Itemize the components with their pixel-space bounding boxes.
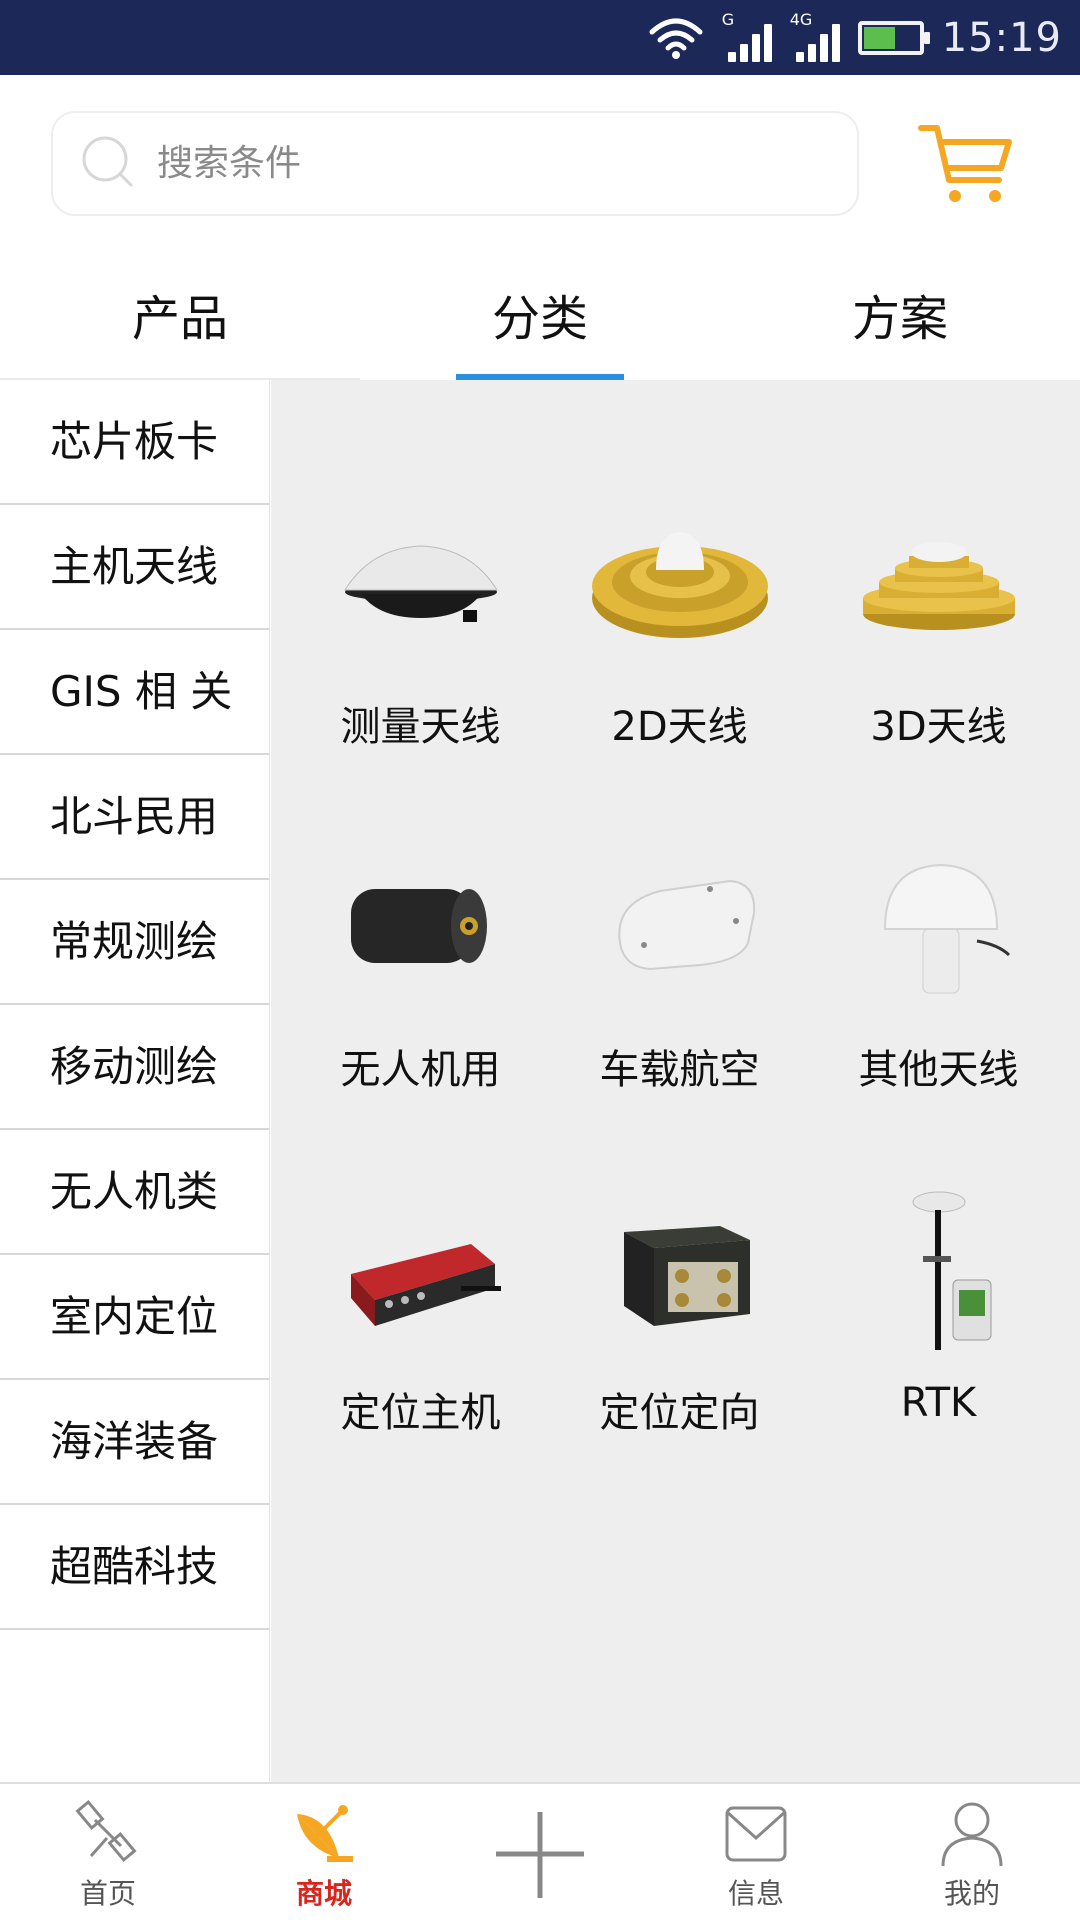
category-grid: 测量天线 2D天线 3D天线 无人机用 车载航空 其他天线 定位主机 定位定向 …	[271, 490, 1080, 1519]
plus-icon	[496, 1812, 584, 1898]
positioning-receiver-icon	[331, 1176, 511, 1356]
nav-profile[interactable]: 我的	[864, 1784, 1080, 1920]
nav-label-mall: 商城	[295, 1877, 352, 1910]
signal-g-icon: G	[722, 10, 772, 62]
sidebar-item-mobile-survey[interactable]: 移动测绘	[0, 1005, 269, 1130]
category-item[interactable]: 车载航空	[550, 833, 809, 1176]
tab-categories[interactable]: 分类	[360, 260, 720, 380]
category-label: 车载航空	[599, 1047, 760, 1093]
category-label: 测量天线	[340, 704, 501, 750]
battery-fill	[863, 26, 896, 49]
search-icon	[82, 136, 133, 187]
category-item[interactable]: 3D天线	[809, 490, 1068, 833]
status-time: 15:19	[941, 14, 1062, 61]
sidebar-item-conventional-survey[interactable]: 常规测绘	[0, 880, 269, 1005]
sidebar-item-host-antenna[interactable]: 主机天线	[0, 505, 269, 630]
vehicle-antenna-icon	[590, 833, 770, 1013]
category-item[interactable]: 2D天线	[550, 490, 809, 833]
category-content: 测量天线 2D天线 3D天线 无人机用 车载航空 其他天线 定位主机 定位定向 …	[271, 380, 1080, 1782]
nav-label-home: 首页	[79, 1877, 136, 1910]
sidebar-item-drone[interactable]: 无人机类	[0, 1130, 269, 1255]
other-antenna-icon	[849, 833, 1029, 1013]
category-item[interactable]: 测量天线	[291, 490, 550, 833]
sidebar-item-chip-board[interactable]: 芯片板卡	[0, 380, 269, 505]
sidebar-item-indoor-positioning[interactable]: 室内定位	[0, 1255, 269, 1380]
tab-solutions[interactable]: 方案	[720, 260, 1080, 380]
category-label: RTK	[900, 1380, 977, 1426]
dish-icon	[297, 1805, 353, 1862]
wifi-icon	[649, 18, 703, 59]
mail-icon	[725, 1806, 787, 1862]
category-item[interactable]: 定位定向	[550, 1176, 809, 1519]
category-label: 无人机用	[340, 1047, 501, 1093]
cart-icon[interactable]	[915, 118, 1015, 208]
survey-antenna-icon	[331, 490, 511, 670]
category-label: 定位主机	[340, 1390, 501, 1436]
user-icon	[941, 1802, 1003, 1867]
nav-label-messages: 信息	[727, 1877, 784, 1910]
sidebar-item-marine-equipment[interactable]: 海洋装备	[0, 1380, 269, 1505]
2d-antenna-icon	[590, 490, 770, 670]
category-label: 其他天线	[858, 1047, 1019, 1093]
nav-home[interactable]: 首页	[0, 1784, 216, 1920]
sidebar-item-cool-tech[interactable]: 超酷科技	[0, 1505, 269, 1630]
sidebar-item-beidou-civil[interactable]: 北斗民用	[0, 755, 269, 880]
status-bar: G 4G 15:19	[0, 0, 1080, 75]
status-icons: G 4G 15:19	[648, 0, 1062, 75]
orientation-receiver-icon	[590, 1176, 770, 1356]
signal-4g-label: 4G	[789, 9, 813, 29]
nav-mall[interactable]: 商城	[216, 1784, 432, 1920]
bottom-nav: 首页 商城 信息 我的	[0, 1782, 1080, 1920]
category-sidebar: 芯片板卡 主机天线 GIS 相 关 北斗民用 常规测绘 移动测绘 无人机类 室内…	[0, 380, 270, 1782]
category-item[interactable]: 其他天线	[809, 833, 1068, 1176]
search-box[interactable]	[51, 111, 859, 216]
battery-icon	[857, 20, 930, 55]
search-input[interactable]	[157, 113, 837, 214]
category-item[interactable]: 定位主机	[291, 1176, 550, 1519]
category-label: 3D天线	[870, 704, 1007, 750]
category-label: 定位定向	[599, 1390, 760, 1436]
nav-messages[interactable]: 信息	[648, 1784, 864, 1920]
category-label: 2D天线	[611, 704, 748, 750]
3d-antenna-icon	[849, 490, 1029, 670]
nav-label-profile: 我的	[943, 1877, 1000, 1910]
signal-4g-icon: 4G	[790, 10, 840, 62]
rtk-icon	[849, 1176, 1029, 1356]
sidebar-item-gis[interactable]: GIS 相 关	[0, 630, 269, 755]
satellite-icon	[75, 1799, 137, 1863]
tab-bar: 产品 分类 方案	[0, 260, 1080, 380]
nav-add[interactable]	[432, 1784, 648, 1920]
category-item[interactable]: 无人机用	[291, 833, 550, 1176]
tab-products[interactable]: 产品	[0, 260, 360, 380]
signal-g-label: G	[721, 9, 735, 29]
drone-antenna-icon	[331, 833, 511, 1013]
category-item[interactable]: RTK	[809, 1176, 1068, 1519]
